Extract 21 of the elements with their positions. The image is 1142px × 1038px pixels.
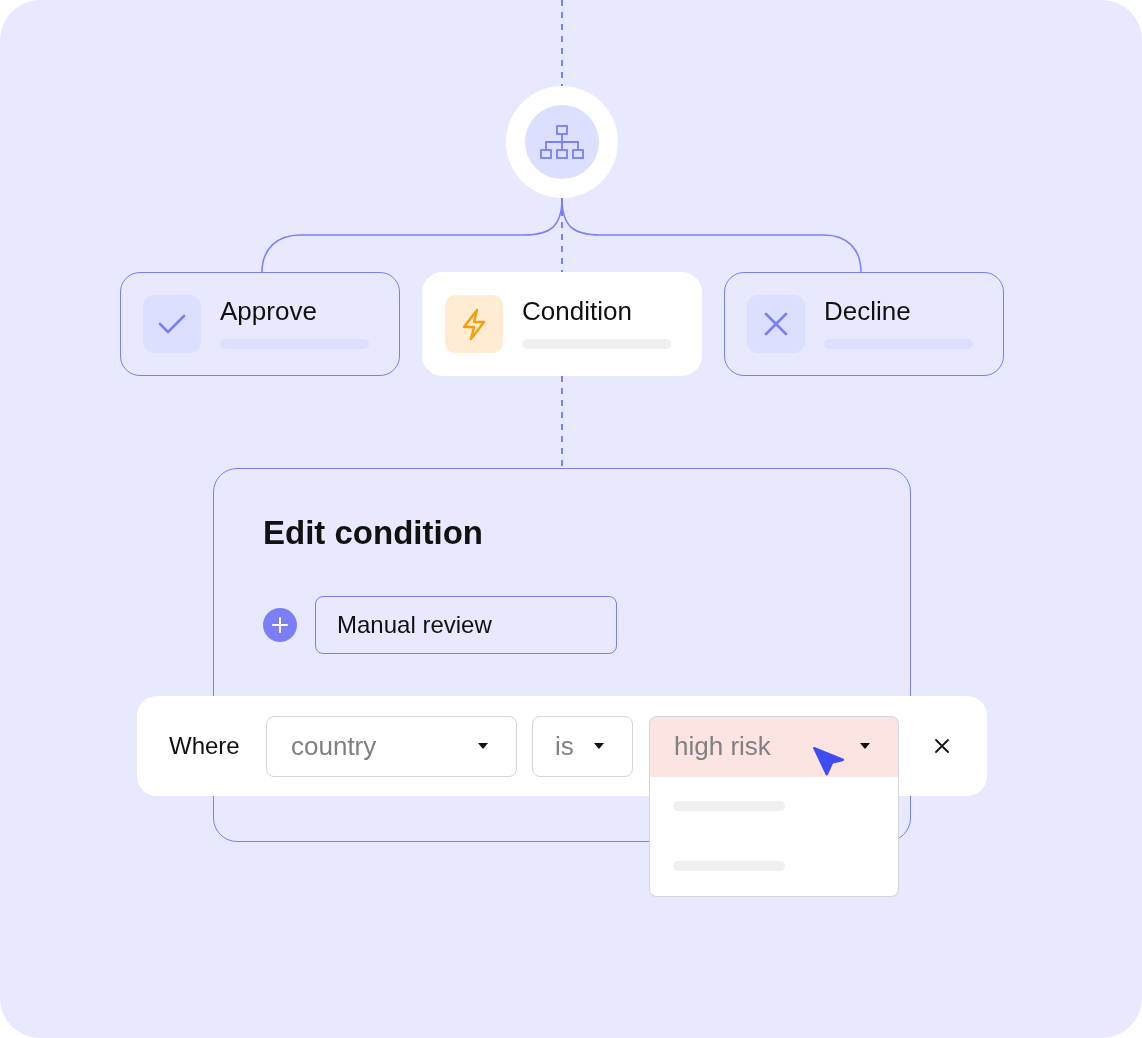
branch-label: Decline [824,296,912,326]
branch-label: Condition [522,296,633,326]
add-icon[interactable] [263,608,297,642]
branch-card[interactable]: Condition [422,272,702,376]
panel-title: Edit condition [263,513,484,553]
cross-icon [747,295,805,353]
field-select[interactable]: country [266,715,517,777]
branch-card[interactable]: Decline [724,272,1004,376]
caret-icon [478,743,488,749]
close-icon[interactable] [934,738,950,754]
operator-select[interactable]: is [532,715,633,777]
hierarchy-icon [540,124,584,160]
name-input-field[interactable]: Manual review [315,596,617,654]
cursor-icon [811,744,846,778]
check-icon [143,295,201,353]
lightning-icon [445,295,503,353]
caret-icon [860,743,870,749]
branch-label: Approve [220,296,318,326]
where-label: Where [169,732,241,760]
caret-icon [594,743,604,749]
branch-card[interactable]: Approve [120,272,400,376]
